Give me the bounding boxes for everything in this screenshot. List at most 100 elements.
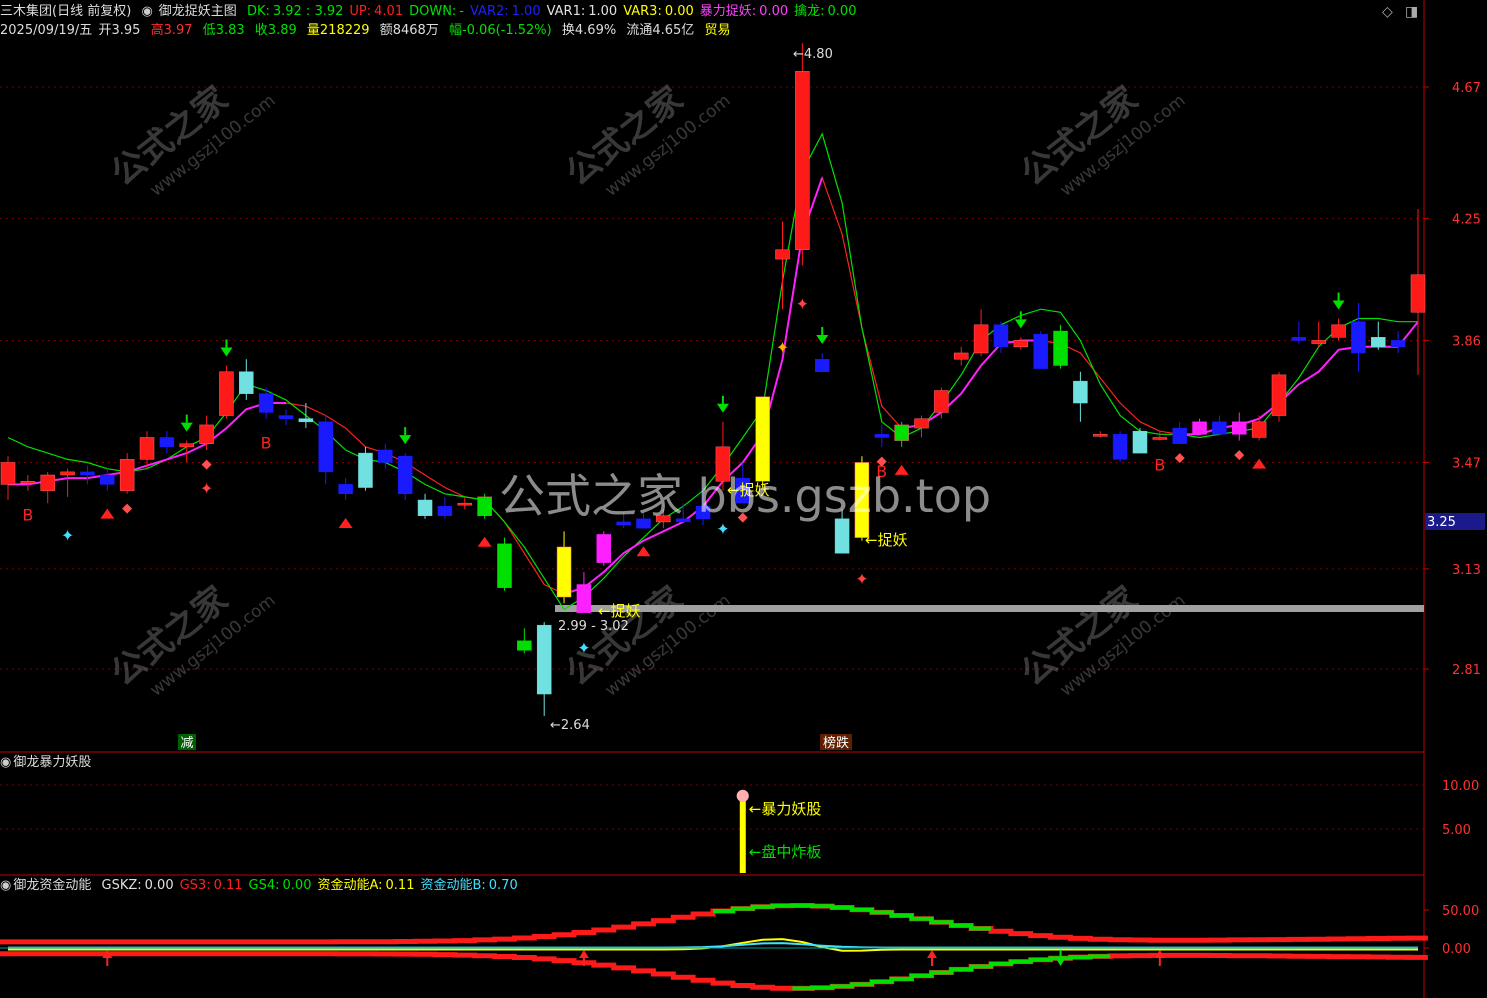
- butterfly-icon: ✦: [577, 639, 590, 658]
- indicator-name[interactable]: 御龙捉妖主图: [159, 4, 237, 19]
- candle-body: [894, 424, 909, 441]
- fund-var-value-0: 0.00: [144, 878, 174, 893]
- candle-body: [298, 418, 314, 423]
- open-label: 开: [98, 23, 112, 38]
- header-var-value-5: 0.00: [664, 4, 694, 19]
- candle-body: [199, 424, 214, 444]
- down-arrow-icon: [1014, 319, 1027, 329]
- candle-body: [318, 421, 333, 473]
- candle-body: [1172, 427, 1187, 444]
- candle-body: [1212, 421, 1227, 435]
- turnover-label: 换: [561, 23, 575, 38]
- candle-body: [179, 443, 194, 448]
- candle-body: [497, 543, 512, 588]
- candle-body: [1232, 421, 1247, 435]
- candle-body: [953, 352, 969, 360]
- sub2-title[interactable]: 御龙资金动能: [13, 878, 91, 893]
- sub1-title[interactable]: 御龙暴力妖股: [13, 755, 91, 770]
- open-value: 3.95: [111, 23, 141, 38]
- buy-signal-label: B: [22, 506, 33, 525]
- header-var-label-6: 暴力捉妖:: [699, 4, 757, 19]
- candle-body: [1390, 340, 1406, 347]
- candle-body: [139, 437, 155, 460]
- sub1-tick-label: 5.00: [1442, 823, 1471, 838]
- up-triangle-icon: [100, 508, 115, 519]
- down-arrow-icon: [1332, 300, 1345, 310]
- candle-body: [60, 471, 75, 476]
- candle-body: [1271, 374, 1287, 416]
- current-price-label: 3.25: [1427, 515, 1456, 530]
- candle-body: [814, 358, 830, 372]
- candle-body: [100, 474, 115, 485]
- sub1-circle-icon[interactable]: ◉: [0, 755, 11, 770]
- header-var-value-3: 1.00: [511, 4, 541, 19]
- butterfly-icon: ✦: [796, 294, 809, 313]
- amount-label: 额: [379, 23, 393, 38]
- fund-var-label-1: GS3:: [179, 878, 211, 893]
- candle-body: [596, 534, 612, 563]
- header-var-label-0: DK:: [246, 4, 270, 19]
- fund-var-value-2: 0.00: [282, 878, 312, 893]
- candle-body: [1093, 434, 1108, 437]
- change-label: 幅: [448, 23, 462, 38]
- candle-body: [517, 640, 532, 651]
- header-var-value-6: 0.00: [759, 4, 789, 19]
- header-var-label-5: VAR3:: [623, 4, 662, 19]
- header-var-label-2: DOWN:: [409, 4, 457, 19]
- fund-var-label-2: GS4:: [248, 878, 280, 893]
- fund-var-label-4: 资金动能B:: [420, 878, 486, 893]
- candle-body: [993, 324, 1009, 347]
- candle-body: [477, 496, 492, 516]
- candle-body: [0, 462, 16, 485]
- candle-body: [219, 371, 234, 416]
- trend-up-line: [901, 339, 1041, 430]
- butterfly-icon: ✦: [776, 338, 789, 357]
- period-label[interactable]: (日线 前复权): [52, 4, 131, 19]
- watermark-tile: 公式之家www.gszj100.com: [559, 79, 735, 201]
- candle-body: [417, 499, 433, 516]
- price-tick-label: 3.86: [1452, 334, 1481, 349]
- fund-var-label-3: 资金动能A:: [317, 878, 383, 893]
- candle-body: [1073, 380, 1088, 404]
- window-toggle-icon[interactable]: ◨: [1405, 4, 1418, 20]
- header-var-value-1: 4.01: [374, 4, 404, 19]
- header-var-label-3: VAR2:: [470, 4, 509, 19]
- sub2-circle-icon[interactable]: ◉: [0, 878, 11, 893]
- header-bar: 三木集团(日线 前复权) ◉ 御龙捉妖主图 DK: 3.92 : 3.92 UP: 4.…: [0, 3, 868, 21]
- volume-value: 218229: [319, 23, 370, 38]
- center-watermark: 公式之家 bbs.gszb.top: [499, 469, 991, 523]
- candle-body: [378, 449, 393, 463]
- sub2-down-arrow-icon: [1055, 958, 1066, 966]
- candle-body: [40, 474, 55, 491]
- indicator-circle-icon[interactable]: ◉: [141, 4, 152, 19]
- candle-body: [338, 484, 353, 495]
- candle-body: [1112, 434, 1128, 460]
- violent-demon-label: ←暴力妖股: [749, 800, 822, 818]
- candle-body: [1192, 421, 1207, 435]
- industry-label[interactable]: 贸易: [704, 23, 730, 38]
- support-band: [555, 605, 1424, 612]
- watermark-tile: 公式之家www.gszj100.com: [104, 79, 280, 201]
- candle-body: [119, 459, 135, 491]
- down-arrow-icon: [180, 422, 193, 432]
- fund-band-upper-green: [713, 903, 991, 931]
- candle-body: [1291, 337, 1307, 341]
- butterfly-icon: ✦: [200, 479, 213, 498]
- high-value: 3.97: [163, 23, 193, 38]
- candle-body: [1311, 340, 1326, 344]
- candle-body: [1013, 340, 1029, 347]
- stock-name[interactable]: 三木集团: [0, 4, 52, 19]
- candle-body: [1351, 321, 1366, 354]
- turnover-value: 4.69%: [574, 23, 617, 38]
- trough-price-label: ←2.64: [550, 718, 590, 733]
- diamond-icon[interactable]: ◇: [1382, 4, 1393, 20]
- candle-body: [536, 624, 552, 695]
- sub2-title-bar: ◉ 御龙资金动能 GSKZ: 0.00 GS3: 0.11 GS4: 0.00 资金动能A: 0…: [0, 877, 530, 895]
- trend-up-line: [563, 177, 824, 595]
- candle-body: [80, 471, 95, 476]
- candle-body: [576, 584, 592, 613]
- quote-bar: 2025/09/19/五 开3.95 高3.97 低3.83 收3.89 量21…: [0, 22, 736, 40]
- fund-var-label-0: GSKZ:: [101, 878, 142, 893]
- catch-demon-label: ←捉妖: [598, 602, 641, 620]
- fund-var-value-1: 0.11: [213, 878, 243, 893]
